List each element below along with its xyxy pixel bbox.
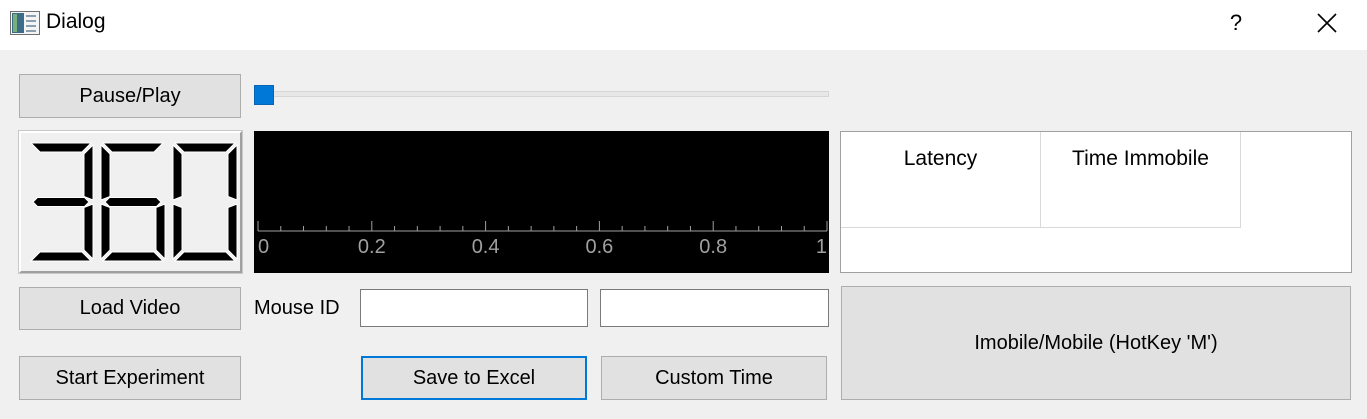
x-tick-label: 0.6 [585, 236, 613, 258]
lcd-segment-d [173, 251, 237, 262]
lcd-segment-d [101, 251, 165, 262]
column-header-time-immobile[interactable]: Time Immobile [1040, 132, 1241, 228]
x-tick-label: 0.2 [358, 236, 386, 258]
plot-area: 0 0.2 0.4 0.6 0.8 1 [254, 131, 829, 273]
lcd-segment-a [101, 142, 165, 153]
lcd-segment-g [32, 197, 90, 207]
slider-handle[interactable] [254, 85, 274, 105]
start-experiment-button[interactable]: Start Experiment [19, 356, 241, 400]
lcd-segment-b [83, 143, 94, 201]
lcd-segment-f [172, 143, 183, 201]
lcd-segment-e [172, 203, 183, 261]
save-to-excel-label: Save to Excel [412, 366, 536, 389]
pause-play-button[interactable]: Pause/Play [19, 74, 241, 118]
video-position-slider[interactable] [254, 84, 829, 105]
results-table[interactable]: Latency Time Immobile [840, 131, 1352, 273]
start-experiment-label: Start Experiment [55, 366, 205, 389]
column-header-latency[interactable]: Latency [841, 132, 1041, 228]
lcd-segment-c [83, 203, 94, 261]
save-to-excel-button[interactable]: Save to Excel [361, 356, 587, 400]
lcd-segment-g [104, 197, 162, 207]
custom-time-button[interactable]: Custom Time [601, 356, 827, 400]
title-bar: Dialog ? [0, 0, 1367, 50]
x-tick-label: 0.4 [472, 236, 500, 258]
help-icon: ? [1229, 10, 1243, 35]
app-icon [10, 11, 40, 35]
plot-axis: 0 0.2 0.4 0.6 0.8 1 [257, 221, 828, 258]
mouse-id-field[interactable] [360, 289, 588, 327]
lcd-segment-d [29, 251, 93, 262]
close-icon [1317, 13, 1337, 33]
lcd-segment-a [173, 142, 237, 153]
pause-play-label: Pause/Play [79, 84, 181, 107]
custom-time-label: Custom Time [655, 366, 773, 389]
slider-groove[interactable] [254, 91, 829, 97]
x-tick-label: 1 [816, 236, 827, 258]
secondary-text-field[interactable] [600, 289, 829, 327]
help-button[interactable]: ? [1213, 0, 1259, 46]
lcd-segment-c [155, 203, 166, 261]
lcd-segment-e [100, 203, 111, 261]
load-video-button[interactable]: Load Video [19, 287, 241, 330]
lcd-counter [18, 130, 243, 274]
x-tick-label: 0.8 [699, 236, 727, 258]
mouse-id-label: Mouse ID [254, 297, 340, 319]
lcd-segment-c [227, 203, 238, 261]
immobile-mobile-button[interactable]: Imobile/Mobile (HotKey 'M') [841, 286, 1351, 400]
window-title: Dialog [46, 10, 106, 33]
lcd-segment-b [227, 143, 238, 201]
close-button[interactable] [1304, 0, 1350, 46]
lcd-digits [29, 142, 238, 262]
lcd-segment-a [29, 142, 93, 153]
load-video-label: Load Video [79, 297, 181, 319]
x-tick-label: 0 [258, 236, 269, 258]
immobile-mobile-label: Imobile/Mobile (HotKey 'M') [974, 331, 1218, 354]
lcd-segment-f [100, 143, 111, 201]
